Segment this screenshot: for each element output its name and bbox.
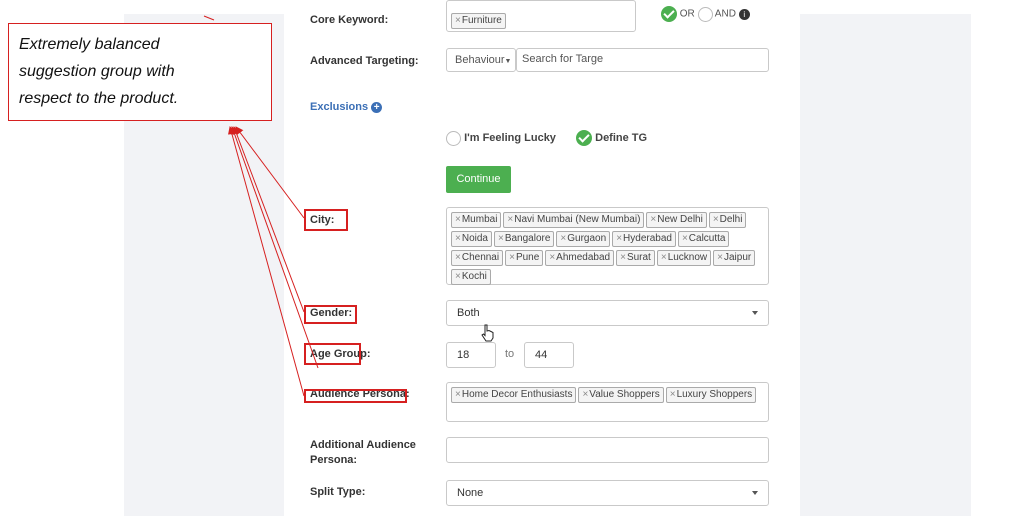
annotation-callout: Extremely balanced suggestion group with… bbox=[8, 23, 272, 121]
